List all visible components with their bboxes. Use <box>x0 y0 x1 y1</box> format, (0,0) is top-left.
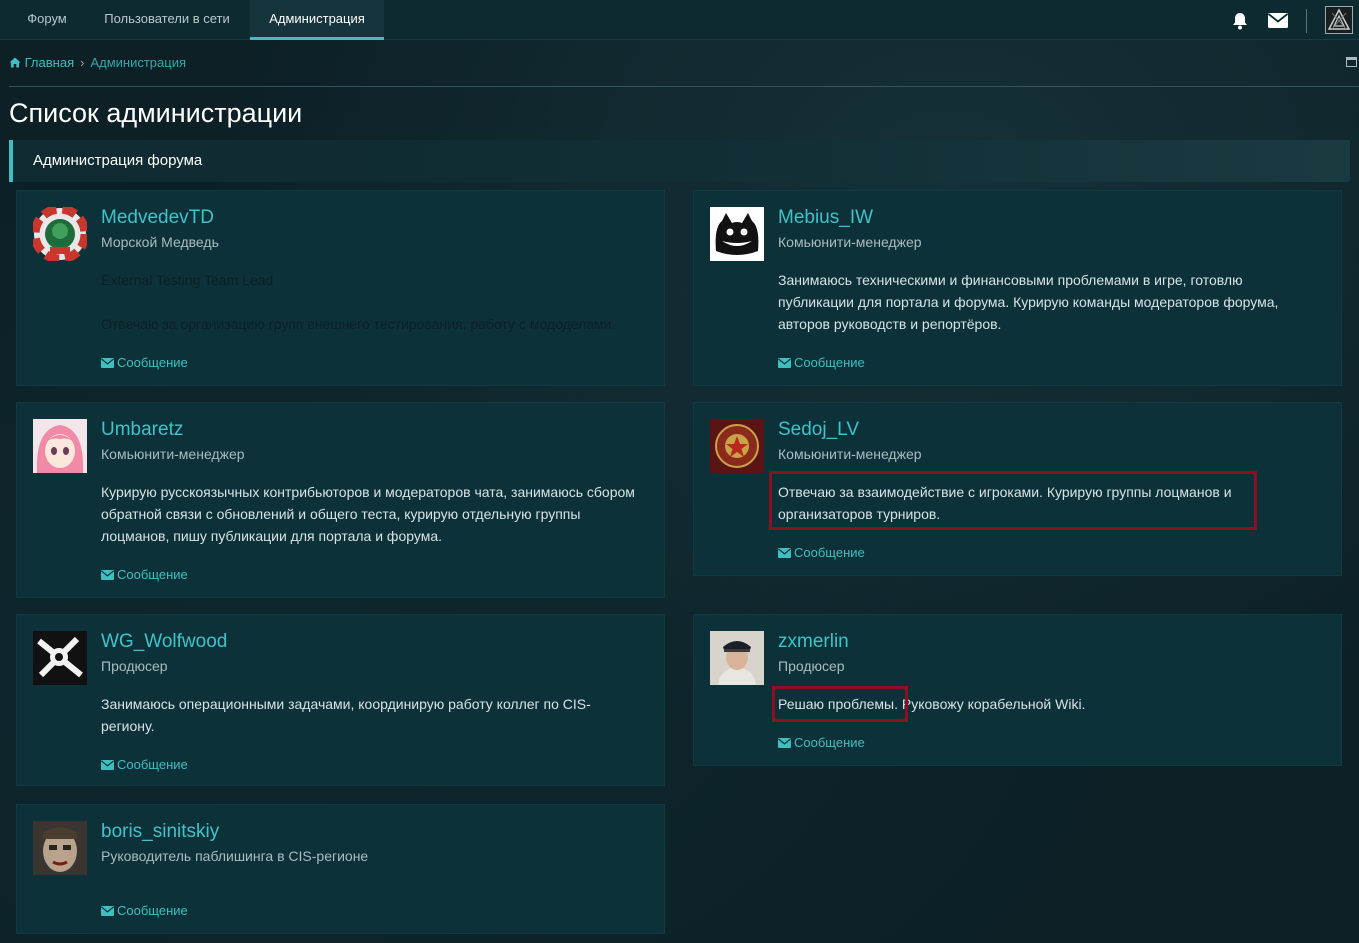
officer-avatar-icon <box>710 631 764 685</box>
page-title: Список администрации <box>9 98 303 128</box>
avatar[interactable] <box>33 207 87 261</box>
message-button[interactable]: Сообщение <box>778 355 865 370</box>
user-description-line: External Testing Team Lead <box>101 272 274 288</box>
user-description-line: Занимаюсь операционными задачами, коорди… <box>101 696 591 712</box>
breadcrumb-current: Администрация <box>90 55 187 70</box>
admin-card: Mebius_IW Комьюнити-менеджер Занимаюсь т… <box>693 190 1342 386</box>
admin-card: Umbaretz Комьюнити-менеджер Курирую русс… <box>16 402 665 598</box>
top-nav: Форум Пользователи в сети Администрация <box>0 0 1359 40</box>
message-button[interactable]: Сообщение <box>101 355 188 370</box>
message-button[interactable]: Сообщение <box>778 735 865 750</box>
user-title: Комьюнити-менеджер <box>778 234 922 250</box>
tab-users-online[interactable]: Пользователи в сети <box>88 0 246 40</box>
user-title: Продюсер <box>778 658 845 674</box>
message-label: Сообщение <box>117 903 188 918</box>
user-description-line: Курирую русскоязычных контрибьюторов и м… <box>101 484 635 500</box>
user-description-line: публикации для портала и форума. Курирую… <box>778 294 1279 310</box>
envelope-icon <box>101 358 114 368</box>
envelope-icon <box>778 548 791 558</box>
anime-girl-avatar-icon <box>33 419 87 473</box>
envelope-icon <box>101 570 114 580</box>
breadcrumb: Главная › Администрация <box>9 55 186 73</box>
message-label: Сообщение <box>117 567 188 582</box>
avatar[interactable] <box>33 821 87 875</box>
avatar[interactable] <box>710 419 764 473</box>
user-description-line: лоцманов, пишу публикации для портала и … <box>101 528 443 544</box>
message-button[interactable]: Сообщение <box>101 567 188 582</box>
avatar[interactable] <box>33 419 87 473</box>
admin-card: MedvedevTD Морской Медведь External Test… <box>16 190 665 386</box>
message-button[interactable]: Сообщение <box>778 545 865 560</box>
section-header: Администрация форума <box>9 140 1350 182</box>
user-avatar[interactable] <box>1325 6 1353 34</box>
username[interactable]: MedvedevTD <box>101 207 214 229</box>
user-description-line: региону. <box>101 718 155 734</box>
avatar[interactable] <box>710 631 764 685</box>
admin-card: WG_Wolfwood Продюсер Занимаюсь операцион… <box>16 614 665 786</box>
username[interactable]: zxmerlin <box>778 631 849 653</box>
monochrome-avatar-icon <box>33 631 87 685</box>
message-label: Сообщение <box>117 355 188 370</box>
breadcrumb-divider <box>9 86 1359 87</box>
user-description-line: Занимаюсь техническими и финансовыми про… <box>778 272 1243 288</box>
envelope-icon <box>778 358 791 368</box>
sidebar-toggle-icon[interactable] <box>1346 57 1357 67</box>
username[interactable]: WG_Wolfwood <box>101 631 227 653</box>
user-title: Продюсер <box>101 658 168 674</box>
username[interactable]: Mebius_IW <box>778 207 873 229</box>
user-title: Руководитель паблишинга в CIS-регионе <box>101 848 369 864</box>
envelope-icon <box>778 738 791 748</box>
black-cat-avatar-icon <box>710 207 764 261</box>
envelope-icon <box>101 906 114 916</box>
breadcrumb-separator: › <box>80 55 85 70</box>
username[interactable]: boris_sinitskiy <box>101 821 219 843</box>
admin-card: boris_sinitskiy Руководитель паблишинга … <box>16 804 665 934</box>
user-description-line: обратной связи с обновлений и общего тес… <box>101 506 581 522</box>
user-title: Комьюнити-менеджер <box>101 446 245 462</box>
lifebuoy-bear-avatar-icon <box>33 207 87 261</box>
nav-separator <box>1306 9 1307 33</box>
admin-card: Sedoj_LV Комьюнити-менеджер Отвечаю за в… <box>693 402 1342 576</box>
message-label: Сообщение <box>794 355 865 370</box>
avatar[interactable] <box>33 631 87 685</box>
user-title: Комьюнити-менеджер <box>778 446 922 462</box>
avatar[interactable] <box>710 207 764 261</box>
message-label: Сообщение <box>794 735 865 750</box>
highlight-box <box>772 686 908 722</box>
user-title: Морской Медведь <box>101 234 219 250</box>
admin-card: zxmerlin Продюсер Решаю проблемы. Руково… <box>693 614 1342 766</box>
message-button[interactable]: Сообщение <box>101 757 188 772</box>
section-title: Администрация форума <box>33 152 203 169</box>
message-label: Сообщение <box>794 545 865 560</box>
bell-icon[interactable] <box>1230 11 1250 31</box>
user-description-line: Отвечаю за организацию групп внешнего те… <box>101 316 616 332</box>
username[interactable]: Sedoj_LV <box>778 419 859 441</box>
zombie-avatar-icon <box>33 821 87 875</box>
user-description-line: авторов руководств и репортёров. <box>778 316 1002 332</box>
username[interactable]: Umbaretz <box>101 419 183 441</box>
tab-administration[interactable]: Администрация <box>250 0 384 40</box>
envelope-icon[interactable] <box>1267 12 1289 29</box>
home-icon <box>9 57 21 68</box>
message-label: Сообщение <box>117 757 188 772</box>
tab-forum[interactable]: Форум <box>12 0 82 40</box>
envelope-icon <box>101 760 114 770</box>
emblem-avatar-icon <box>710 419 764 473</box>
highlight-box <box>769 471 1257 530</box>
logo-icon <box>1327 8 1351 30</box>
breadcrumb-home[interactable]: Главная <box>25 55 74 70</box>
message-button[interactable]: Сообщение <box>101 903 188 918</box>
